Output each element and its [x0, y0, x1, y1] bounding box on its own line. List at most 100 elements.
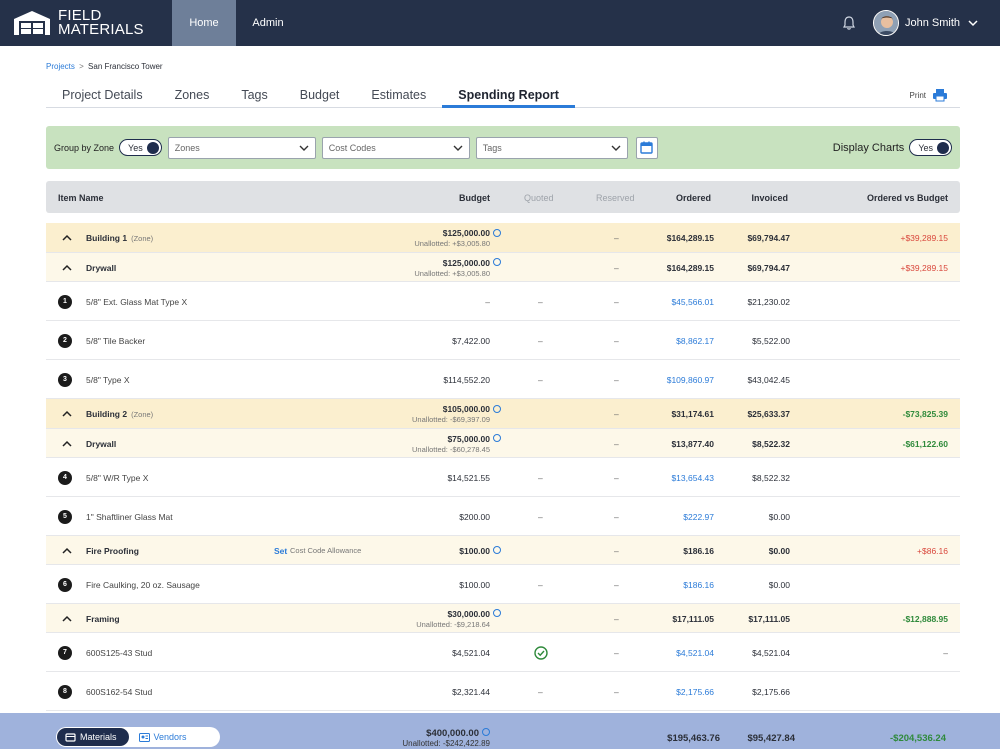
table-row[interactable]: 6 Fire Caulking, 20 oz. Sausage $100.00 – – $…	[46, 565, 960, 604]
tab-spending-report[interactable]: Spending Report	[442, 84, 575, 108]
ordered-value[interactable]: $186.16	[683, 580, 714, 590]
top-nav-bar: FIELD MATERIALS Home Admin John Smith	[0, 0, 1000, 46]
item-name: 600S125-43 Stud	[86, 647, 153, 658]
materials-label: Materials	[80, 732, 117, 742]
print-button[interactable]: Print	[910, 88, 948, 102]
info-icon[interactable]	[493, 434, 501, 443]
zone-suffix: (Zone)	[131, 234, 154, 243]
cost-code-allowance-label: Cost Code Allowance	[290, 546, 362, 555]
chevron-up-icon[interactable]	[62, 410, 72, 418]
zone-row[interactable]: Building 2 (Zone) $105,000.00 Unallotted: -…	[46, 399, 960, 429]
ordered-value[interactable]: $13,654.43	[671, 473, 714, 483]
info-icon[interactable]	[493, 609, 501, 618]
table-row[interactable]: 3 5/8" Type X $114,552.20 – – $109,860.97 $43,…	[46, 360, 960, 399]
nav-admin[interactable]: Admin	[236, 0, 300, 46]
nav-home[interactable]: Home	[172, 0, 236, 46]
invoiced-value: $4,521.04	[752, 647, 790, 658]
breadcrumb-projects[interactable]: Projects	[46, 62, 75, 71]
chevron-down-icon	[611, 145, 621, 151]
user-name[interactable]: John Smith	[905, 17, 960, 29]
reserved-value: –	[614, 647, 619, 658]
tab-project-details[interactable]: Project Details	[46, 84, 159, 108]
ordered-value[interactable]: $4,521.04	[676, 648, 714, 658]
ordered-value[interactable]: $109,860.97	[667, 375, 714, 385]
reserved-value: –	[614, 511, 619, 522]
item-name: 5/8" Type X	[86, 374, 130, 385]
ordered-value[interactable]: $222.97	[683, 512, 714, 522]
chevron-up-icon[interactable]	[62, 615, 72, 623]
budget-value: $14,521.55	[447, 472, 490, 483]
chevron-up-icon[interactable]	[62, 264, 72, 272]
column-budget[interactable]: Budget	[459, 193, 490, 203]
group-name-text: Drywall	[86, 262, 117, 273]
chevron-down-icon	[299, 145, 309, 151]
print-label: Print	[909, 90, 926, 100]
budget-cell: $100.00	[459, 546, 501, 556]
column-item-name[interactable]: Item Name	[58, 193, 104, 203]
vendors-view-button[interactable]: Vendors	[129, 732, 187, 742]
budget-cell: –	[485, 297, 490, 307]
tab-tags[interactable]: Tags	[225, 84, 283, 108]
unallotted-value: Unallotted: -$9,218.64	[416, 619, 490, 629]
column-quoted[interactable]: Quoted	[524, 193, 554, 203]
table-row[interactable]: 8 600S162-54 Stud $2,321.44 – – $2,175.66 $2,1…	[46, 672, 960, 711]
table-row[interactable]: 1 5/8" Ext. Glass Mat Type X – – – $45,566.01…	[46, 282, 960, 321]
reserved-value: –	[614, 613, 619, 624]
date-picker-button[interactable]	[635, 136, 658, 159]
quoted-value: –	[538, 335, 543, 346]
group-row[interactable]: Fire Proofing Set Cost Code Allowance $100.…	[46, 536, 960, 565]
avatar[interactable]	[872, 10, 899, 36]
unallotted-value: Unallotted: +$3,005.80	[414, 239, 490, 248]
group-row[interactable]: Drywall $75,000.00 Unallotted: -$60,278.45…	[46, 429, 960, 458]
invoiced-value: $69,794.47	[747, 262, 790, 273]
ordered-value[interactable]: $2,175.66	[676, 687, 714, 697]
chevron-down-icon[interactable]	[968, 18, 978, 28]
unallotted-value: Unallotted: -$69,397.09	[412, 415, 490, 424]
table-row[interactable]: 5 1" Shaftliner Glass Mat $200.00 – – $222.97…	[46, 497, 960, 536]
tags-select[interactable]: Tags	[475, 136, 628, 159]
chevron-up-icon[interactable]	[62, 234, 72, 242]
zone-row[interactable]: Building 1 (Zone) $125,000.00 Unallotted: +…	[46, 223, 960, 253]
budget-value: $200.00	[459, 511, 490, 522]
tab-budget[interactable]: Budget	[284, 84, 356, 108]
group-by-zone-toggle[interactable]: Yes	[119, 139, 162, 156]
set-allowance-link[interactable]: Set	[274, 546, 287, 556]
app-logo[interactable]: FIELD MATERIALS	[0, 0, 172, 46]
breadcrumb: Projects > San Francisco Tower	[46, 62, 163, 71]
breadcrumb-current: San Francisco Tower	[88, 62, 163, 71]
tab-estimates[interactable]: Estimates	[355, 84, 442, 108]
breadcrumb-separator: >	[79, 62, 84, 71]
column-reserved[interactable]: Reserved	[596, 193, 635, 203]
column-ordered-vs-budget[interactable]: Ordered vs Budget	[867, 193, 948, 203]
chevron-up-icon[interactable]	[62, 440, 72, 448]
group-row[interactable]: Framing $30,000.00 Unallotted: -$9,218.64 –…	[46, 604, 960, 633]
info-icon[interactable]	[493, 404, 501, 413]
reserved-value: –	[614, 374, 619, 385]
zones-select[interactable]: Zones	[167, 136, 316, 159]
table-row[interactable]: 7 600S125-43 Stud $4,521.04 – $4,521.04 $4,52…	[46, 633, 960, 672]
info-icon[interactable]	[493, 546, 501, 555]
group-name-text: Drywall	[86, 438, 117, 449]
column-invoiced[interactable]: Invoiced	[751, 193, 788, 203]
budget-value: $100.00	[459, 579, 490, 590]
info-icon[interactable]	[493, 258, 501, 267]
check-circle-icon	[534, 645, 548, 660]
budget-value: $125,000.00	[442, 228, 490, 238]
zone-name: Building 1 (Zone)	[86, 233, 153, 243]
table-row[interactable]: 4 5/8" W/R Type X $14,521.55 – – $13,654.43 $8…	[46, 458, 960, 497]
group-row[interactable]: Drywall $125,000.00 Unallotted: +$3,005.80…	[46, 253, 960, 282]
info-icon[interactable]	[482, 728, 490, 737]
footer-ordered-total: $195,463.76	[667, 733, 720, 744]
chevron-up-icon[interactable]	[62, 547, 72, 555]
group-name: Fire Proofing	[86, 546, 139, 556]
bell-icon[interactable]	[841, 15, 857, 31]
tab-zones[interactable]: Zones	[159, 84, 226, 108]
column-ordered[interactable]: Ordered	[676, 193, 711, 203]
ordered-value[interactable]: $45,566.01	[671, 297, 714, 307]
ordered-value[interactable]: $8,862.17	[676, 336, 714, 346]
cost-codes-select[interactable]: Cost Codes	[321, 136, 470, 159]
display-charts-toggle[interactable]: Yes	[909, 139, 952, 156]
table-row[interactable]: 2 5/8" Tile Backer $7,422.00 – – $8,862.17 $5,…	[46, 321, 960, 360]
materials-view-button[interactable]: Materials	[57, 728, 129, 746]
info-icon[interactable]	[493, 228, 501, 237]
